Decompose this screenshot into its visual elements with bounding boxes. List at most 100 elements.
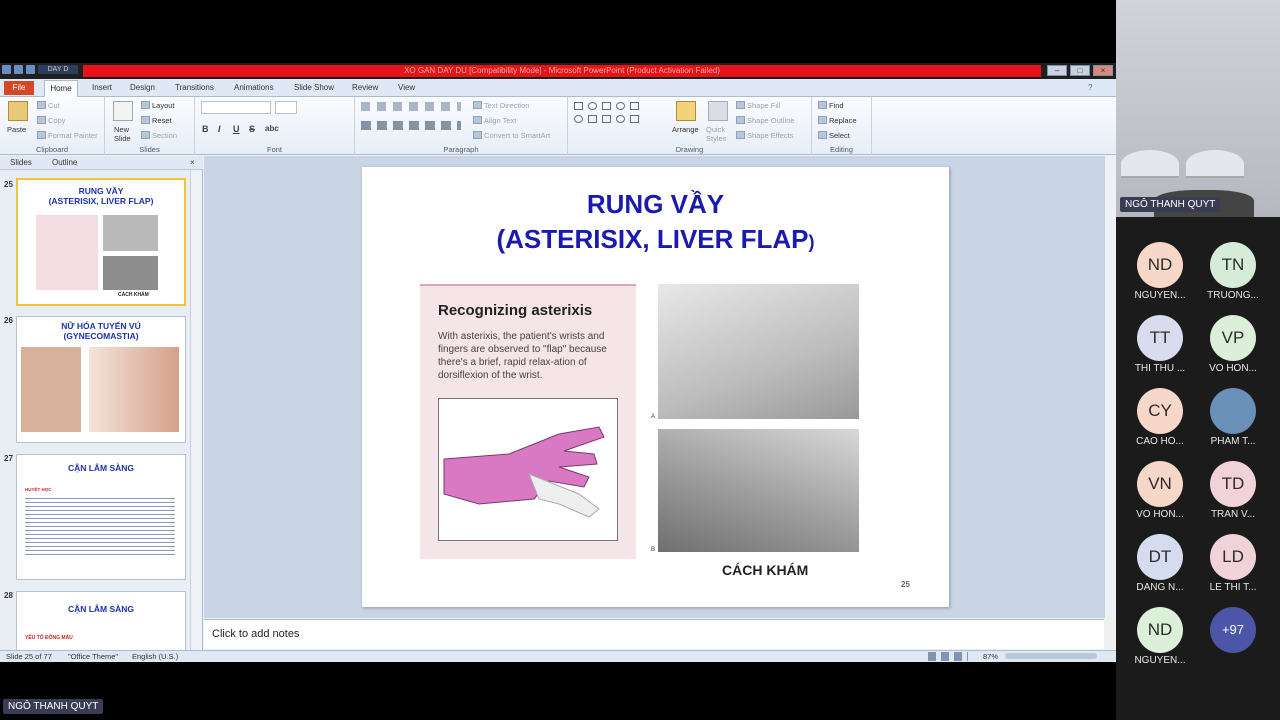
current-slide[interactable]: RUNG VẦY (ASTERISIX, LIVER FLAP) Recogni… (362, 167, 949, 607)
participant-name: PHAM T... (1210, 436, 1256, 447)
minimize-button[interactable]: – (1047, 65, 1067, 76)
scissors-icon (37, 101, 46, 109)
theme-name: "Office Theme" (68, 652, 119, 661)
select-button[interactable]: Select (818, 131, 850, 140)
copy-button[interactable]: Copy (37, 116, 66, 125)
asterixis-info-box: Recognizing asterixis With asterixis, th… (420, 284, 636, 559)
slide-thumbnail-28[interactable]: CẬN LÂM SÀNG YẾU TỐ ĐÔNG MÁU (16, 591, 186, 651)
slide-thumbnail-27[interactable]: CẬN LÂM SÀNG HUYẾT HỌC (16, 454, 186, 580)
view-buttons[interactable] (928, 652, 968, 661)
undo-icon[interactable] (26, 65, 35, 74)
thumb-image (21, 347, 81, 432)
tab-transitions[interactable]: Transitions (175, 82, 214, 94)
close-pane-icon[interactable]: × (190, 158, 195, 167)
smartart-icon (473, 131, 482, 139)
text-direction-icon (473, 101, 482, 109)
find-button[interactable]: Find (818, 101, 844, 110)
alignment-buttons[interactable] (361, 121, 461, 130)
thumb-caption: CÁCH KHÁM (118, 292, 149, 298)
shape-icon (616, 102, 625, 110)
format-painter-button[interactable]: Format Painter (37, 131, 98, 140)
layout-button[interactable]: Layout (141, 101, 175, 110)
participant-name: NGUYEN... (1134, 655, 1186, 666)
new-slide-icon[interactable] (113, 101, 133, 121)
pane-scrollbar[interactable] (190, 170, 202, 650)
reset-button[interactable]: Reset (141, 116, 172, 125)
slide-thumbnail-26[interactable]: NỮ HÓA TUYẾN VÚ (GYNECOMASTIA) (16, 316, 186, 443)
participant-name: THI THU ... (1134, 363, 1186, 374)
shapes-gallery[interactable] (574, 100, 662, 136)
qat-doc-label: DAY D (38, 65, 78, 74)
text-direction-button[interactable]: Text Direction (473, 101, 529, 110)
section-button[interactable]: Section (141, 131, 177, 140)
copy-icon (37, 116, 46, 124)
slide-title[interactable]: RUNG VẦY (ASTERISIX, LIVER FLAP) (362, 187, 949, 260)
photo-label-a: A (651, 414, 656, 420)
participant-avatar: LD (1210, 534, 1256, 580)
cut-button[interactable]: Cut (37, 101, 60, 110)
font-name-input[interactable] (201, 101, 271, 114)
shadow-button[interactable]: abc (265, 124, 279, 133)
align-text-button[interactable]: Align Text (473, 116, 516, 125)
replace-button[interactable]: Replace (818, 116, 857, 125)
slide-thumbnail-25[interactable]: RUNG VẦY (ASTERISIX, LIVER FLAP) CÁCH KH… (16, 178, 186, 306)
slide-scrollbar[interactable] (1104, 156, 1116, 618)
shape-icon (574, 102, 583, 110)
tab-outline[interactable]: Outline (52, 158, 77, 167)
bold-button[interactable]: B (202, 124, 209, 134)
box-heading: Recognizing asterixis (438, 302, 593, 319)
maximize-button[interactable]: □ (1070, 65, 1090, 76)
quick-styles-icon[interactable] (708, 101, 728, 121)
thumb-title: CẬN LÂM SÀNG (67, 604, 135, 614)
editing-group: Find Replace Select Editing (812, 97, 872, 155)
tab-insert[interactable]: Insert (92, 82, 112, 94)
shape-icon (616, 115, 625, 123)
arrange-button[interactable]: Arrange (672, 125, 699, 134)
thumb-title: RUNG VẦY (ASTERISIX, LIVER FLAP) (48, 186, 154, 206)
close-button[interactable]: × (1093, 65, 1113, 76)
zoom-slider[interactable] (1005, 653, 1097, 659)
tab-design[interactable]: Design (130, 82, 155, 94)
tab-slide-show[interactable]: Slide Show (294, 82, 334, 94)
tab-file[interactable]: File (4, 81, 34, 95)
quick-access-toolbar: DAY D (2, 65, 78, 74)
participant-avatar (1210, 388, 1256, 434)
clipboard-group: Paste Cut Copy Format Painter Clipboard (0, 97, 105, 155)
list-buttons[interactable] (361, 102, 461, 111)
shape-effects-button[interactable]: Shape Effects (736, 131, 794, 140)
notes-pane[interactable]: Click to add notes (204, 619, 1104, 649)
section-icon (141, 131, 150, 139)
tab-animations[interactable]: Animations (234, 82, 274, 94)
tab-view[interactable]: View (398, 82, 415, 94)
paste-button[interactable]: Paste (7, 125, 26, 134)
tab-home[interactable]: Home (44, 80, 78, 97)
paragraph-label: Paragraph (443, 145, 479, 154)
new-slide-button[interactable]: New Slide (114, 125, 139, 143)
more-participants-button[interactable]: +97 (1210, 607, 1256, 653)
quick-styles-button[interactable]: Quick Styles (706, 125, 730, 143)
shape-outline-button[interactable]: Shape Outline (736, 116, 795, 125)
shape-icon (630, 102, 639, 110)
save-icon[interactable] (14, 65, 23, 74)
reset-icon (141, 116, 150, 124)
participant-name: TRAN V... (1210, 509, 1256, 520)
font-size-input[interactable] (275, 101, 297, 114)
participant-avatar: ND (1137, 242, 1183, 288)
italic-button[interactable]: I (218, 124, 221, 134)
paste-icon[interactable] (8, 101, 28, 121)
help-icon[interactable]: ? (1088, 82, 1092, 94)
tab-review[interactable]: Review (352, 82, 378, 94)
tab-slides[interactable]: Slides (10, 158, 32, 167)
participant-avatar: CY (1137, 388, 1183, 434)
wall-decor (1121, 150, 1179, 178)
smartart-button[interactable]: Convert to SmartArt (473, 131, 550, 140)
hand-illustration (438, 398, 618, 541)
strikethrough-button[interactable]: S (249, 124, 255, 134)
binoculars-icon (818, 101, 827, 109)
arrange-icon[interactable] (676, 101, 696, 121)
thumb-image (36, 215, 98, 290)
underline-button[interactable]: U (233, 124, 240, 134)
shape-icon (630, 115, 639, 123)
shape-icon (588, 102, 597, 110)
shape-fill-button[interactable]: Shape Fill (736, 101, 780, 110)
